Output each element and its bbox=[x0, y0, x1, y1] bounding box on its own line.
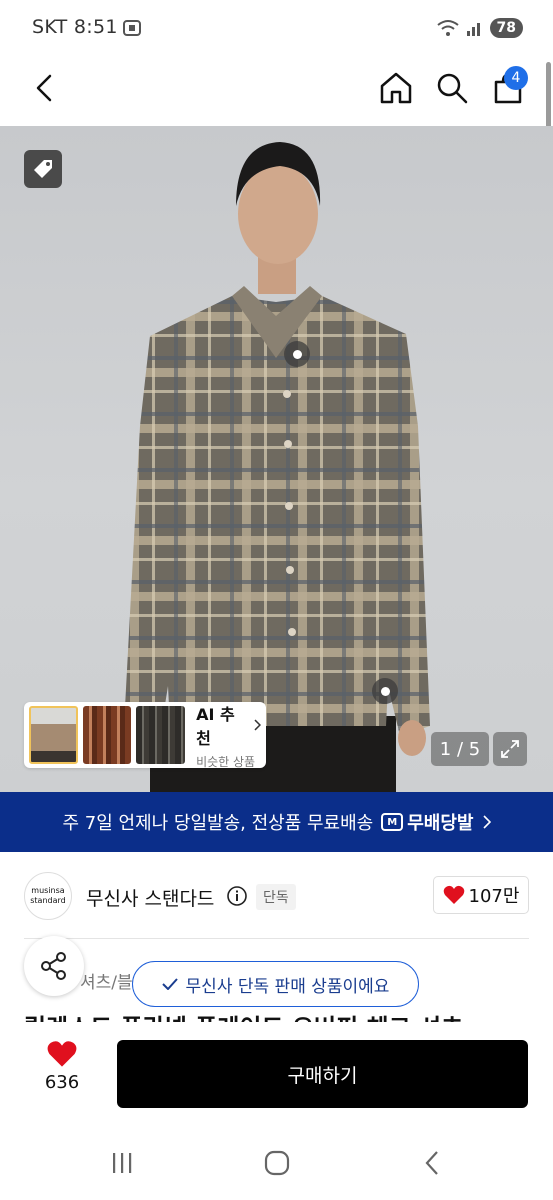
home-icon bbox=[380, 72, 412, 104]
recommendation-thumbnail[interactable] bbox=[82, 706, 132, 764]
ai-recommendation-subtitle: 비슷한 상품 bbox=[196, 754, 256, 769]
screenshot-icon bbox=[123, 20, 141, 36]
recent-apps-button[interactable] bbox=[102, 1146, 142, 1180]
divider bbox=[24, 938, 529, 939]
status-bar: SKT 8:51 78 bbox=[0, 0, 553, 56]
brand-name[interactable]: 무신사 스탠다드 bbox=[86, 884, 214, 911]
free-shipping-logo: M 무배당발 bbox=[381, 809, 474, 835]
brand-logo[interactable]: musinsa standard bbox=[24, 872, 72, 920]
brand-like-count: 107만 bbox=[468, 886, 520, 907]
ai-recommendation-title: AI 추천 bbox=[196, 704, 235, 748]
shipping-banner[interactable]: 주 7일 언제나 당일발송, 전상품 무료배송 M 무배당발 bbox=[0, 792, 553, 852]
heart-icon bbox=[443, 885, 464, 904]
breadcrumb[interactable]: 셔츠/블 bbox=[80, 968, 133, 993]
share-button[interactable] bbox=[24, 936, 84, 996]
product-title-clip: 릴렉스드 플란넬 플레이드 오버핏 체크 셔츠 bbox=[0, 1008, 553, 1022]
info-icon[interactable] bbox=[226, 885, 248, 907]
search-button[interactable] bbox=[432, 66, 472, 110]
wishlist-count: 636 bbox=[44, 1072, 80, 1093]
home-nav-button[interactable] bbox=[257, 1146, 297, 1180]
brand-logo-text: standard bbox=[30, 896, 66, 905]
cart-count-badge: 4 bbox=[504, 66, 528, 90]
recommendation-thumbnail[interactable] bbox=[29, 706, 78, 764]
recent-apps-icon bbox=[113, 1153, 132, 1173]
image-page-indicator: 1 / 5 bbox=[431, 732, 489, 766]
tag-button[interactable] bbox=[24, 150, 62, 188]
brand-logo-text: musinsa bbox=[31, 886, 65, 895]
wifi-icon bbox=[436, 20, 459, 36]
battery-indicator: 78 bbox=[489, 18, 523, 38]
product-hotspot-bottom[interactable] bbox=[372, 678, 398, 704]
free-shipping-label: 무배당발 bbox=[407, 813, 474, 834]
search-icon bbox=[437, 73, 468, 104]
exclusive-toast: 무신사 단독 판매 상품이에요 bbox=[132, 961, 419, 1007]
expand-image-button[interactable] bbox=[493, 732, 527, 766]
product-title: 릴렉스드 플란넬 플레이드 오버핏 체크 셔츠 bbox=[24, 1008, 463, 1022]
check-icon bbox=[161, 978, 178, 990]
ai-recommendation-card[interactable]: AI 추천 비슷한 상품 bbox=[24, 702, 266, 769]
toast-text: 무신사 단독 판매 상품이에요 bbox=[185, 976, 390, 997]
chevron-right-icon bbox=[254, 719, 262, 730]
product-hotspot-top[interactable] bbox=[284, 341, 310, 367]
brand-row: musinsa standard 무신사 스탠다드 단독 107만 bbox=[24, 872, 529, 922]
delivery-badge-icon: M bbox=[381, 813, 404, 831]
status-time: SKT 8:51 bbox=[32, 16, 118, 38]
wishlist-button[interactable]: 636 bbox=[34, 1040, 90, 1104]
expand-icon bbox=[501, 740, 519, 758]
price-tag-icon bbox=[34, 160, 52, 178]
product-image-carousel[interactable]: AI 추천 비슷한 상품 1 / 5 bbox=[0, 126, 553, 792]
heart-icon bbox=[47, 1041, 77, 1067]
system-navigation-bar bbox=[0, 1126, 553, 1200]
shipping-banner-text: 주 7일 언제나 당일발송, 전상품 무료배송 bbox=[62, 813, 374, 834]
purchase-bar: 636 구매하기 bbox=[0, 1022, 553, 1126]
product-photo bbox=[122, 142, 430, 792]
app-header bbox=[0, 56, 553, 126]
home-circle-icon bbox=[264, 1150, 290, 1176]
signal-icon bbox=[466, 23, 480, 36]
scrollbar[interactable] bbox=[546, 62, 551, 134]
buy-button[interactable]: 구매하기 bbox=[117, 1040, 528, 1108]
chevron-left-icon bbox=[36, 74, 52, 102]
chevron-right-icon bbox=[482, 815, 491, 829]
exclusive-badge: 단독 bbox=[256, 884, 296, 910]
recommendation-thumbnail[interactable] bbox=[136, 706, 186, 764]
home-button[interactable] bbox=[376, 66, 416, 110]
chevron-left-icon bbox=[425, 1151, 438, 1175]
back-nav-button[interactable] bbox=[412, 1146, 452, 1180]
share-icon bbox=[41, 952, 66, 980]
brand-like-button[interactable]: 107만 bbox=[433, 876, 529, 914]
back-button[interactable] bbox=[26, 66, 62, 110]
